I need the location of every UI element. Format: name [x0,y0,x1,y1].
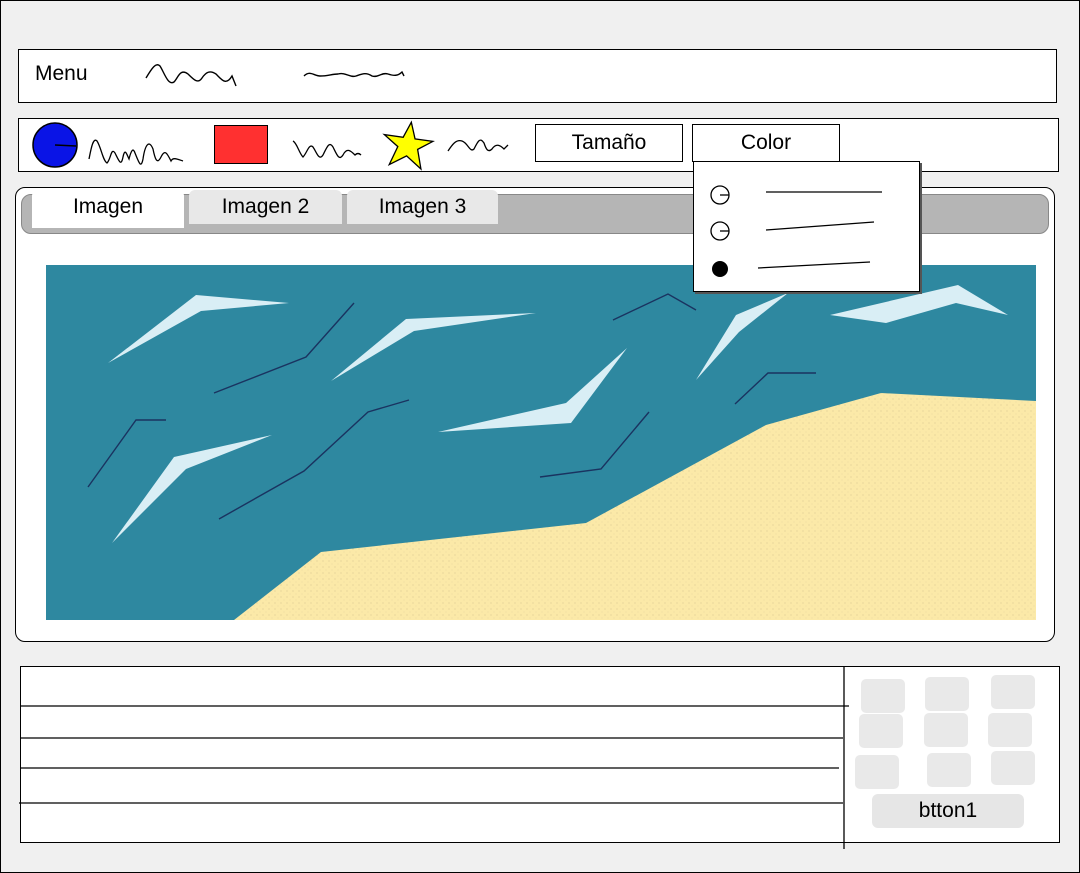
keypad-key[interactable] [991,751,1035,785]
tab-imagen[interactable]: Imagen [32,190,184,228]
list-row[interactable] [21,707,843,737]
color-option-2-label-line [765,221,875,231]
keypad-key[interactable] [927,753,971,787]
color-button[interactable]: Color [692,124,840,162]
list-row[interactable] [21,769,843,802]
size-button[interactable]: Tamaño [535,124,683,162]
menu-item-scribble-1[interactable] [144,56,244,92]
menu-item-scribble-2[interactable] [302,62,412,86]
radio-unselected-icon[interactable] [709,220,731,242]
color-dropdown-menu [693,161,920,292]
menu-bar: Menu [18,49,1057,103]
keypad-key[interactable] [988,713,1032,747]
tab-imagen-2[interactable]: Imagen 2 [189,190,342,224]
window-frame: Menu Tamaño Color Imagen Imagen 2 Imagen… [0,0,1080,873]
color-option-2[interactable] [694,210,919,248]
list-row[interactable] [21,804,843,841]
tab-imagen-3[interactable]: Imagen 3 [347,190,498,224]
keypad-key[interactable] [859,714,903,748]
circle-tool-icon[interactable] [32,122,80,168]
list-row[interactable] [21,739,843,767]
rectangle-tool-label-scribble [292,140,362,159]
keypad-key[interactable] [991,675,1035,709]
color-option-1-label-line [766,191,882,193]
color-option-3[interactable] [694,248,919,286]
bottom-panel: btton1 [19,666,1060,849]
keypad-key[interactable] [925,677,969,711]
btton1-button[interactable]: btton1 [872,794,1024,828]
menu-label[interactable]: Menu [35,62,88,86]
list-row[interactable] [21,667,843,705]
radio-unselected-icon[interactable] [709,184,731,206]
beach-image [46,265,1036,620]
radio-selected-icon[interactable] [709,258,731,280]
keypad-key[interactable] [861,679,905,713]
star-tool-label-scribble [447,139,509,152]
color-option-3-label-line [757,261,871,269]
circle-tool-label-scribble [88,139,184,165]
keypad-key[interactable] [855,755,899,789]
rectangle-tool-icon[interactable] [214,125,268,164]
keypad-key[interactable] [924,713,968,747]
color-option-1[interactable] [694,174,919,212]
star-tool-icon[interactable] [381,120,435,172]
